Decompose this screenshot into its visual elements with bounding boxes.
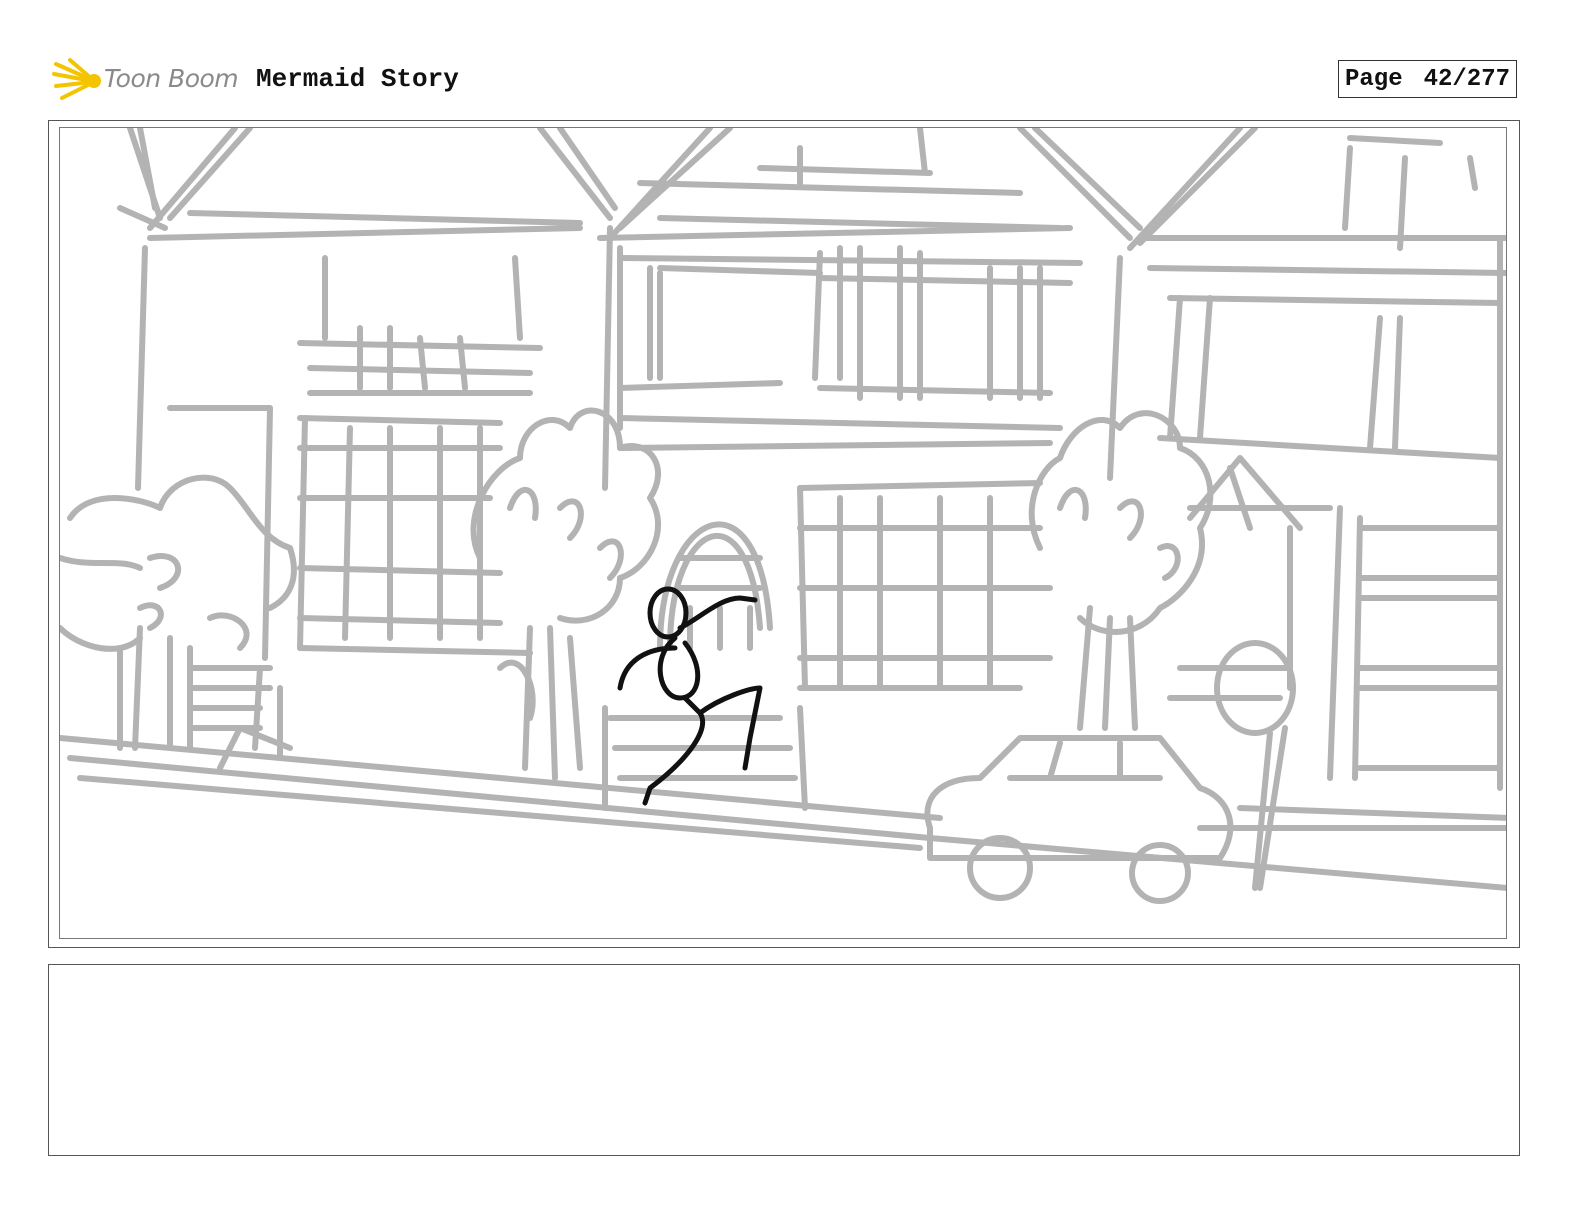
storyboard-header: Toon Boom Mermaid Story Page 42/277	[52, 56, 1542, 106]
logo-text: Toon Boom	[104, 64, 239, 93]
notes-panel	[48, 964, 1520, 1156]
star-icon	[52, 58, 101, 100]
storyboard-panel	[48, 120, 1520, 948]
project-title: Mermaid Story	[256, 64, 459, 94]
page-label: Page	[1345, 65, 1403, 93]
background-sketch	[60, 128, 1506, 904]
panel-frame	[59, 127, 1507, 939]
stick-figure	[617, 586, 763, 806]
page-indicator: Page 42/277	[1338, 60, 1517, 98]
notes-text	[49, 965, 1519, 985]
page-number: 42/277	[1423, 65, 1510, 93]
sketch-drawing	[60, 128, 1506, 904]
toon-boom-logo: Toon Boom	[52, 56, 252, 106]
